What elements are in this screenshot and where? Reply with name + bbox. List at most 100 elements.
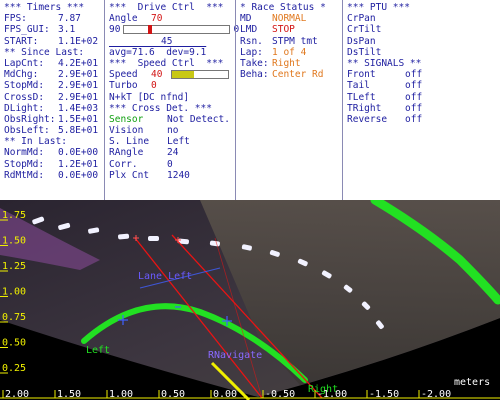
cross-sensor-label: Sensor bbox=[109, 113, 144, 125]
signal-reverse-label: Reverse bbox=[347, 113, 388, 125]
timers-panel: *** Timers *** FPS: 7.87 FPS_GUI: 3.1 STAR… bbox=[0, 0, 104, 200]
speed-header: *** Speed Ctrl *** bbox=[109, 57, 224, 69]
since-dlight: DLight: 1.4E+03 bbox=[4, 103, 104, 114]
race-lmd: LMD STOP bbox=[240, 24, 342, 35]
start-row: START: 1.1E+02 bbox=[4, 36, 104, 47]
ptu-list: CrPan CrTilt DsPan DsTilt bbox=[347, 13, 500, 58]
drive-panel: *** Drive Ctrl *** Angle 70 90 0 45 avg=71… bbox=[104, 0, 239, 200]
since-obsleft-value: 5.8E+01 bbox=[58, 125, 99, 137]
birdseye-canvas: Left Right Lane Left RNavigate 1.751.501… bbox=[0, 200, 500, 400]
since-mdchg: MdChg: 2.9E+01 bbox=[4, 69, 104, 80]
cross-s-line-label: S. Line bbox=[109, 136, 150, 148]
inlast-normmd: NormMd: 0.0E+00 bbox=[4, 147, 104, 158]
speed-meter bbox=[171, 70, 229, 80]
inlast-stopmd-label: StopMd: bbox=[4, 158, 45, 170]
since-mdchg-label: MdChg: bbox=[4, 69, 39, 81]
speed-label: Speed bbox=[109, 69, 138, 81]
fps-gui-row: FPS_GUI: 3.1 bbox=[4, 24, 104, 35]
y-tick-label: 0.25 bbox=[2, 363, 26, 374]
left-line-label: Left bbox=[86, 345, 110, 356]
since-obsright-label: ObsRight: bbox=[4, 113, 56, 125]
since-dlight-label: DLight: bbox=[4, 102, 45, 114]
cross-rangle-label: RAngle bbox=[109, 147, 144, 159]
units-label: meters bbox=[454, 377, 490, 388]
since-obsleft: ObsLeft: 5.8E+01 bbox=[4, 125, 104, 136]
since-obsright-value: 1.5E+01 bbox=[58, 113, 99, 125]
angle-slider-row: 90 0 bbox=[109, 24, 239, 36]
signal-tright-label: TRight bbox=[347, 102, 382, 114]
slider-value: 45 bbox=[161, 35, 173, 47]
speed-value: 40 bbox=[151, 69, 163, 81]
since-last-header: ** Since Last: bbox=[4, 46, 85, 58]
race-beha-label: Beha: bbox=[240, 69, 269, 81]
since-last-list: LapCnt: 4.2E+01 MdChg: 2.9E+01 StopMd: 2.9E+0… bbox=[4, 58, 104, 136]
x-tick-label: -0.50 bbox=[265, 389, 295, 400]
signal-reverse: Reverse off bbox=[347, 114, 500, 125]
signal-tleft: TLeft off bbox=[347, 92, 500, 103]
x-tick-label: 1.00 bbox=[109, 389, 133, 400]
signal-front-label: Front bbox=[347, 69, 376, 81]
in-last-header: ** In Last: bbox=[4, 136, 67, 148]
ptu-crtilt: CrTilt bbox=[347, 24, 500, 35]
x-tick-label: -2.00 bbox=[421, 389, 451, 400]
race-md-value: NORMAL bbox=[272, 13, 307, 25]
avg-dev-line: avg=71.6 dev=9.1 bbox=[109, 46, 207, 58]
y-tick-label: 1.75 bbox=[2, 210, 26, 221]
ptu-crtilt-label: CrTilt bbox=[347, 24, 382, 36]
race-lap: Lap: 1 of 4 bbox=[240, 47, 342, 58]
angle-label: Angle bbox=[109, 13, 138, 25]
cross-plx-cnt-value: 1240 bbox=[167, 169, 190, 181]
start-value: 1.1E+02 bbox=[58, 35, 99, 47]
race-lmd-label: LMD bbox=[240, 24, 258, 36]
cross-rangle-value: 24 bbox=[167, 147, 179, 159]
ptu-dspan-label: DsPan bbox=[347, 35, 376, 47]
angle-slider[interactable] bbox=[123, 25, 231, 35]
signal-tright: TRight off bbox=[347, 103, 500, 114]
race-header: * Race Status * bbox=[240, 2, 326, 13]
timers-header: *** Timers *** bbox=[4, 2, 85, 13]
race-md: MD NORMAL bbox=[240, 13, 342, 24]
y-tick-label: 1.00 bbox=[2, 287, 26, 298]
robot-car-gui: *** Timers *** FPS: 7.87 FPS_GUI: 3.1 STAR… bbox=[0, 0, 500, 400]
slider-min: 90 bbox=[109, 24, 121, 36]
ptu-header: *** PTU *** bbox=[347, 2, 410, 13]
in-last-list: NormMd: 0.0E+00 StopMd: 1.2E+01 RdMtMd: 0.0E+… bbox=[4, 147, 104, 181]
cross-sensor-value: Not Detect. bbox=[167, 113, 230, 125]
signal-tail-value: off bbox=[405, 80, 423, 92]
x-tick-label: 0.50 bbox=[161, 389, 185, 400]
signal-tleft-label: TLeft bbox=[347, 91, 376, 103]
angle-row: Angle 70 bbox=[109, 13, 235, 24]
inlast-rdmtmd-value: 0.0E+00 bbox=[58, 169, 99, 181]
cross-corr: Corr. 0 bbox=[109, 159, 235, 170]
cross-s-line-value: Left bbox=[167, 136, 190, 148]
inlast-stopmd-value: 1.2E+01 bbox=[58, 158, 99, 170]
since-lapcnt-value: 4.2E+01 bbox=[58, 57, 99, 69]
speed-meter-fill bbox=[172, 71, 195, 79]
signal-front: Front off bbox=[347, 69, 500, 80]
since-obsright: ObsRight: 1.5E+01 bbox=[4, 114, 104, 125]
since-dlight-value: 1.4E+03 bbox=[58, 102, 99, 114]
since-lapcnt-label: LapCnt: bbox=[4, 57, 45, 69]
ptu-crpan-label: CrPan bbox=[347, 13, 376, 25]
camera-view: Left Right Lane Left RNavigate 1.75 1.50 1… bbox=[0, 200, 500, 400]
cross-corr-label: Corr. bbox=[109, 158, 138, 170]
ptu-dstilt: DsTilt bbox=[347, 47, 500, 58]
x-tick-label: 2.00 bbox=[5, 389, 29, 400]
inlast-stopmd: StopMd: 1.2E+01 bbox=[4, 159, 104, 170]
race-status-list: MD NORMAL LMD STOP Rsn. STPM tmt Lap: 1 of 4 Tak… bbox=[240, 13, 342, 80]
since-lapcnt: LapCnt: 4.2E+01 bbox=[4, 58, 104, 69]
ptu-crpan: CrPan bbox=[347, 13, 500, 24]
y-tick-label: 0.50 bbox=[2, 338, 26, 349]
cross-rangle: RAngle 24 bbox=[109, 147, 235, 158]
signal-tleft-value: off bbox=[405, 91, 423, 103]
fps-gui-value: 3.1 bbox=[58, 24, 76, 36]
since-crossd-value: 2.9E+01 bbox=[58, 91, 99, 103]
angle-slider-knob[interactable] bbox=[147, 25, 152, 35]
since-crossd: CrossD: 2.9E+01 bbox=[4, 92, 104, 103]
race-beha-value: Center Rd bbox=[272, 69, 324, 81]
signal-tail: Tail off bbox=[347, 80, 500, 91]
turbo-row: Turbo 0 bbox=[109, 80, 235, 91]
x-tick-label: 0.00 bbox=[213, 389, 237, 400]
since-stopmd-value: 2.9E+01 bbox=[58, 80, 99, 92]
signal-tail-label: Tail bbox=[347, 80, 370, 92]
